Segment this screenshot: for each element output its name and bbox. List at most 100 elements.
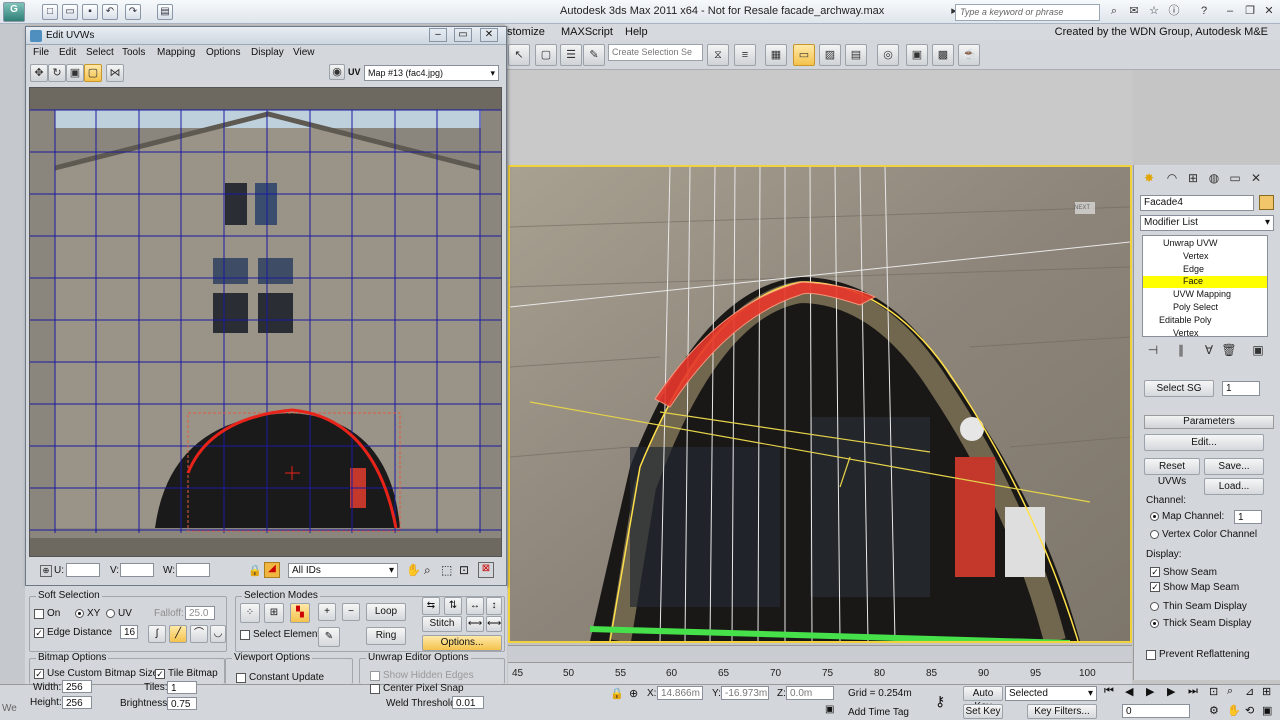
falloff-field[interactable]: 25.0	[185, 606, 215, 620]
filter-selected-faces-icon[interactable]: ◢	[264, 562, 280, 578]
render-setup-icon[interactable]: ▣	[906, 44, 928, 66]
search-input[interactable]: Type a keyword or phrase	[955, 4, 1100, 21]
show-map-icon[interactable]: ◉	[329, 64, 345, 80]
select-manipulate-icon[interactable]: ↖	[508, 44, 530, 66]
utilities-tab-icon[interactable]: ✕	[1247, 169, 1265, 187]
absolute-mode-icon[interactable]: ⊕	[629, 687, 638, 700]
stack-item-vertex[interactable]: Vertex	[1143, 251, 1267, 261]
grid-snap-icon[interactable]: ⊠	[478, 562, 494, 578]
help-icon[interactable]: ?	[1194, 3, 1214, 20]
binoculars-icon[interactable]: ⌕	[1104, 3, 1124, 20]
uvw-minimize-button[interactable]: –	[429, 28, 447, 42]
go-to-start-icon[interactable]: ⏮	[1104, 685, 1114, 698]
stack-item-poly-select[interactable]: Poly Select	[1143, 302, 1267, 312]
select-sg-field[interactable]: 1	[1222, 381, 1260, 396]
set-key-button[interactable]: Set Key	[963, 704, 1003, 719]
brightness-field[interactable]: 0.75	[167, 697, 197, 710]
v-field[interactable]	[120, 563, 154, 577]
configure-modifier-sets-icon[interactable]: ▣	[1249, 341, 1267, 359]
falloff-linear-icon[interactable]: ╱	[169, 625, 187, 643]
edge-distance-checkbox[interactable]: ✓	[34, 628, 44, 638]
show-hidden-edges-checkbox[interactable]	[370, 671, 380, 681]
select-element-checkbox[interactable]	[240, 630, 250, 640]
absolute-offset-icon[interactable]: ⊕	[40, 565, 52, 577]
uvw-menu-edit[interactable]: Edit	[59, 47, 76, 58]
weld-threshold-field[interactable]: 0.01	[452, 696, 484, 709]
options-button[interactable]: Options...	[422, 635, 502, 651]
lock-icon[interactable]: 🔒	[248, 564, 262, 577]
current-frame-field[interactable]: 0	[1122, 704, 1190, 718]
edge-mode-icon[interactable]: ⊞	[264, 603, 284, 623]
tiles-field[interactable]: 1	[167, 681, 197, 694]
render-teapot-icon[interactable]: ☕	[958, 44, 980, 66]
thin-seam-radio[interactable]	[1150, 602, 1159, 611]
uvw-menu-tools[interactable]: Tools	[122, 47, 145, 58]
object-name-field[interactable]: Facade4	[1140, 195, 1254, 211]
zoom-extents-icon[interactable]: ⊡	[459, 563, 469, 577]
save-file-icon[interactable]: ▪	[82, 4, 98, 20]
modify-tab-icon[interactable]: ◠	[1163, 169, 1181, 187]
align-icon[interactable]: ≡	[734, 44, 756, 66]
select-sg-button[interactable]: Select SG	[1144, 380, 1214, 397]
y-coordinate-field[interactable]: -16.973m	[721, 686, 769, 700]
freeform-icon[interactable]: ▢	[84, 64, 102, 82]
restore-button[interactable]: ❐	[1240, 3, 1260, 20]
lock-selection-icon[interactable]: 🔒	[610, 687, 624, 700]
load-button[interactable]: Load...	[1204, 478, 1264, 495]
create-tab-icon[interactable]: ✸	[1140, 169, 1158, 187]
flip-horizontal-icon[interactable]: ⇆	[422, 597, 440, 615]
save-button[interactable]: Save...	[1204, 458, 1264, 475]
u-field[interactable]	[66, 563, 100, 577]
stack-item-unwrap-uvw[interactable]: Unwrap UVW	[1143, 238, 1267, 248]
pan-icon[interactable]: ✋	[406, 563, 421, 577]
ring-button[interactable]: Ring	[366, 627, 406, 645]
xy-radio[interactable]	[75, 609, 84, 618]
pan-view-icon[interactable]: ✋	[1227, 704, 1241, 717]
layer-manager-icon[interactable]: ▦	[765, 44, 787, 66]
uvw-menu-display[interactable]: Display	[251, 47, 284, 58]
next-frame-icon[interactable]: ▶	[1167, 685, 1175, 698]
vertex-color-radio[interactable]	[1150, 530, 1159, 539]
mirror-uv-icon[interactable]: ⋈	[106, 64, 124, 82]
face-mode-icon[interactable]: ▚	[290, 603, 310, 623]
show-seam-checkbox[interactable]: ✓	[1150, 567, 1160, 577]
minimize-button[interactable]: –	[1220, 3, 1240, 20]
field-of-view-icon[interactable]: ⊿	[1245, 685, 1254, 698]
maximize-viewport-icon[interactable]: ⊞	[1262, 685, 1271, 698]
stack-item-face[interactable]: Face	[1143, 276, 1267, 288]
uvw-maximize-button[interactable]: ▭	[454, 28, 472, 42]
open-file-icon[interactable]: ▭	[62, 4, 78, 20]
w-field[interactable]	[176, 563, 210, 577]
uvw-menu-mapping[interactable]: Mapping	[157, 47, 195, 58]
falloff-smooth-icon[interactable]: ∫	[148, 625, 166, 643]
loop-button[interactable]: Loop	[366, 603, 406, 621]
stitch-button[interactable]: Stitch	[422, 616, 462, 632]
curve-editor-icon[interactable]: ▨	[819, 44, 841, 66]
display-tab-icon[interactable]: ▭	[1226, 169, 1244, 187]
show-end-result-icon[interactable]: ∥	[1172, 341, 1190, 359]
scale-icon[interactable]: ▣	[66, 64, 84, 82]
modifier-list-dropdown[interactable]: Modifier List ▾	[1140, 215, 1274, 231]
uvw-menu-options[interactable]: Options	[206, 47, 240, 58]
schematic-view-icon[interactable]: ▤	[845, 44, 867, 66]
time-slider[interactable]	[508, 645, 1132, 662]
soft-select-on-checkbox[interactable]	[34, 609, 44, 619]
zoom-icon[interactable]: ⌕	[424, 563, 431, 578]
grow-selection-icon[interactable]: +	[318, 603, 336, 621]
object-color-swatch[interactable]	[1259, 195, 1274, 210]
align-horizontal-icon[interactable]: ↔	[466, 597, 484, 615]
close-button[interactable]: ✕	[1259, 3, 1279, 20]
uv-editor-canvas[interactable]	[29, 87, 502, 557]
add-time-tag-button[interactable]: Add Time Tag	[848, 707, 909, 718]
select-object-icon[interactable]: ▢	[535, 44, 557, 66]
paint-select-icon[interactable]: ✎	[318, 627, 340, 647]
stack-item-uvw-mapping[interactable]: UVW Mapping	[1143, 289, 1267, 299]
falloff-fast-icon[interactable]: ◡	[210, 625, 226, 643]
stack-item-vertex-2[interactable]: Vertex	[1143, 328, 1267, 336]
use-custom-bitmap-checkbox[interactable]: ✓	[34, 669, 44, 679]
auto-key-button[interactable]: Auto Key	[963, 686, 1003, 712]
map-dropdown[interactable]: Map #13 (fac4.jpg) ▾	[364, 65, 499, 81]
x-coordinate-field[interactable]: 14.866m	[657, 686, 703, 700]
edge-distance-field[interactable]: 16	[120, 625, 138, 639]
select-by-name-icon[interactable]: ☰	[560, 44, 582, 66]
